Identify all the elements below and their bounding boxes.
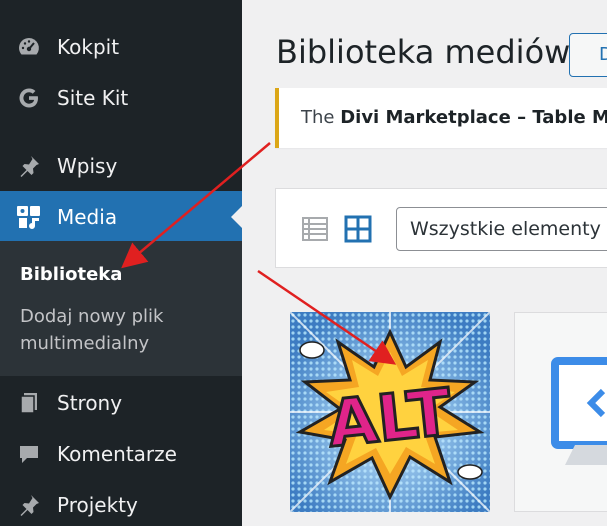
grid-view-icon[interactable] (344, 215, 372, 243)
media-submenu: Biblioteka Dodaj nowy plik multimedialny (0, 241, 242, 376)
media-type-filter-select[interactable]: Wszystkie elementy m (396, 207, 607, 251)
sidebar-item-komentarze[interactable]: Komentarze (0, 428, 242, 479)
media-toolbar: Wszystkie elementy m (275, 188, 607, 268)
sidebar-item-label: Strony (57, 390, 123, 415)
submenu-item-dodaj-nowy[interactable]: Dodaj nowy plik multimedialny (20, 303, 220, 357)
page-title: Biblioteka mediów (276, 33, 571, 71)
sidebar-item-wpisy[interactable]: Wpisy (0, 140, 242, 191)
add-new-button[interactable]: Do (569, 33, 607, 77)
list-view-icon[interactable] (302, 216, 328, 242)
media-icon (16, 204, 42, 230)
main-content: Biblioteka mediów Do The Divi Marketplac… (242, 0, 607, 526)
dashboard-icon (16, 34, 42, 60)
admin-notice: The Divi Marketplace – Table Make (275, 88, 607, 148)
sidebar-item-label: Projekty (57, 492, 138, 517)
sidebar-item-site-kit[interactable]: Site Kit (0, 72, 242, 123)
pushpin-icon (16, 153, 42, 179)
sidebar-item-label: Kokpit (57, 34, 120, 59)
submenu-item-biblioteka[interactable]: Biblioteka (20, 261, 122, 288)
notice-plugin-name: Divi Marketplace – Table Make (340, 107, 607, 128)
sidebar-item-projekty[interactable]: Projekty (0, 479, 242, 526)
sidebar-item-label: Site Kit (57, 85, 129, 110)
comment-icon (16, 441, 42, 467)
sidebar-item-kokpit[interactable]: Kokpit (0, 21, 242, 72)
sidebar-item-media[interactable]: Media (0, 191, 242, 242)
pages-icon (16, 390, 42, 416)
sidebar-item-strony[interactable]: Strony (0, 377, 242, 428)
admin-sidebar: Kokpit Site Kit Wpisy Media Biblioteka D… (0, 0, 242, 526)
sidebar-item-label: Media (57, 204, 118, 229)
svg-text:ALT: ALT (324, 376, 455, 463)
active-indicator (231, 205, 242, 228)
code-file-icon (551, 357, 607, 465)
google-g-icon (16, 85, 42, 111)
attachment-thumbnail[interactable]: ALT (289, 311, 491, 513)
attachment-thumbnail[interactable] (514, 312, 607, 512)
sidebar-item-label: Wpisy (57, 153, 118, 178)
comic-burst-image: ALT (289, 311, 491, 513)
sidebar-item-label: Komentarze (57, 441, 177, 466)
pushpin-icon (16, 492, 42, 518)
notice-prefix: The (301, 107, 341, 128)
